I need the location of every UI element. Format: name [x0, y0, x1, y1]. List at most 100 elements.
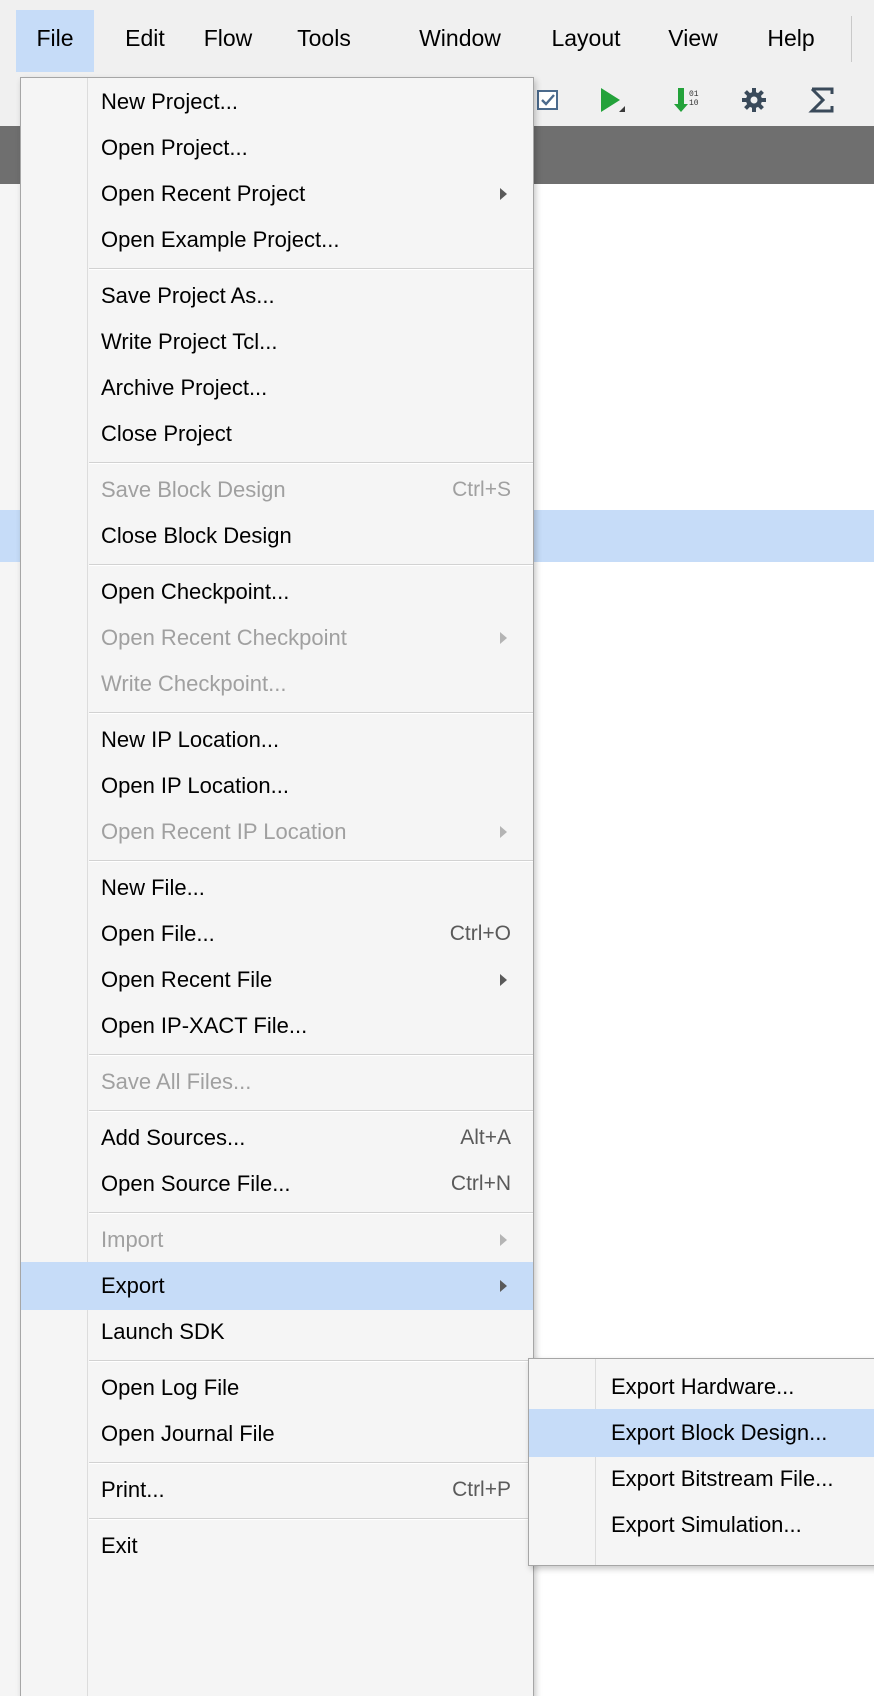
- menu-item-label: Open Recent Project: [101, 181, 306, 206]
- menu-item-label: Close Block Design: [101, 523, 292, 548]
- file-menu-item-open-recent-file[interactable]: Open Recent File: [21, 956, 533, 1004]
- settings-icon[interactable]: [734, 80, 774, 120]
- menu-item-shortcut: Ctrl+S: [452, 478, 511, 501]
- file-menu-item-open-ip-location[interactable]: Open IP Location...: [21, 762, 533, 810]
- menu-item-label: Save Project As...: [101, 283, 275, 308]
- menu-item-label: Write Checkpoint...: [101, 671, 287, 696]
- menu-item-label: Open IP Location...: [101, 773, 289, 798]
- file-menu-item-open-recent-project[interactable]: Open Recent Project: [21, 170, 533, 218]
- menu-item-label: Open Recent File: [101, 967, 273, 992]
- menu-layout[interactable]: Layout: [544, 10, 628, 72]
- menu-view[interactable]: View: [660, 10, 726, 72]
- export-menu-item-export-block-design[interactable]: Export Block Design...: [529, 1409, 874, 1457]
- export-menu-item-export-simulation[interactable]: Export Simulation...: [529, 1501, 874, 1549]
- submenu-arrow-icon: [500, 188, 507, 200]
- menu-item-label: Save All Files...: [101, 1069, 252, 1094]
- menu-item-label: Open Recent Checkpoint: [101, 625, 347, 650]
- menubar: File Edit Flow Tools Window Layout View …: [0, 0, 874, 77]
- menu-item-label: Launch SDK: [101, 1319, 225, 1344]
- menu-item-label: Export Hardware...: [611, 1374, 795, 1399]
- export-menu-item-export-bitstream-file[interactable]: Export Bitstream File...: [529, 1455, 874, 1503]
- menu-item-label: New Project...: [101, 89, 238, 114]
- menu-separator-highlight: [89, 1463, 533, 1464]
- menu-item-label: Open Project...: [101, 135, 248, 160]
- menu-item-label: Export Bitstream File...: [611, 1466, 834, 1491]
- file-menu-item-archive-project[interactable]: Archive Project...: [21, 364, 533, 412]
- svg-text:01: 01: [689, 90, 699, 99]
- menu-separator-highlight: [89, 1213, 533, 1214]
- menu-separator-highlight: [89, 1111, 533, 1112]
- menu-edit[interactable]: Edit: [112, 10, 178, 72]
- menubar-separator: [851, 16, 852, 62]
- file-menu-item-open-project[interactable]: Open Project...: [21, 124, 533, 172]
- file-menu-item-open-example-project[interactable]: Open Example Project...: [21, 216, 533, 264]
- menu-item-label: Open Checkpoint...: [101, 579, 290, 604]
- menu-item-label: Save Block Design: [101, 477, 286, 502]
- file-menu-item-new-project[interactable]: New Project...: [21, 78, 533, 126]
- menu-item-label: Open Journal File: [101, 1421, 275, 1446]
- menu-item-label: Import: [101, 1227, 164, 1252]
- file-menu: New Project... Open Project... Open Recent…: [20, 77, 534, 1696]
- menu-item-label: Export Block Design...: [611, 1420, 828, 1445]
- menu-item-shortcut: Alt+A: [460, 1126, 511, 1149]
- submenu-arrow-icon: [500, 974, 507, 986]
- file-menu-item-new-file[interactable]: New File...: [21, 864, 533, 912]
- export-submenu: Export Hardware... Export Block Design...…: [528, 1358, 874, 1566]
- menu-separator-highlight: [89, 1519, 533, 1520]
- bitstream-icon[interactable]: 01 10: [666, 80, 706, 120]
- menu-separator-highlight: [89, 1361, 533, 1362]
- file-menu-item-open-source-file[interactable]: Open Source File... Ctrl+N: [21, 1160, 533, 1208]
- menu-separator-highlight: [89, 565, 533, 566]
- menu-help[interactable]: Help: [752, 10, 830, 72]
- file-menu-item-open-log-file[interactable]: Open Log File: [21, 1364, 533, 1412]
- file-menu-item-close-project[interactable]: Close Project: [21, 410, 533, 458]
- file-menu-item-open-recent-ip-location: Open Recent IP Location: [21, 808, 533, 856]
- menu-item-label: Open IP-XACT File...: [101, 1013, 308, 1038]
- menu-item-label: Exit: [101, 1533, 138, 1558]
- export-menu-item-export-hardware[interactable]: Export Hardware...: [529, 1363, 874, 1411]
- menu-separator-highlight: [89, 463, 533, 464]
- menu-item-label: Open File...: [101, 921, 215, 946]
- menu-item-label: Print...: [101, 1477, 165, 1502]
- menu-item-label: Open Recent IP Location: [101, 819, 347, 844]
- file-menu-item-write-checkpoint: Write Checkpoint...: [21, 660, 533, 708]
- file-menu-item-save-project-as[interactable]: Save Project As...: [21, 272, 533, 320]
- run-icon[interactable]: [590, 80, 630, 120]
- menu-tools[interactable]: Tools: [282, 10, 366, 72]
- menu-separator-highlight: [89, 269, 533, 270]
- menu-item-label: Write Project Tcl...: [101, 329, 278, 354]
- file-menu-item-open-file[interactable]: Open File... Ctrl+O: [21, 910, 533, 958]
- file-menu-item-open-checkpoint[interactable]: Open Checkpoint...: [21, 568, 533, 616]
- checkbox-icon[interactable]: [528, 80, 568, 120]
- menu-item-label: Archive Project...: [101, 375, 268, 400]
- menu-item-label: Add Sources...: [101, 1125, 246, 1150]
- menu-file[interactable]: File: [16, 10, 94, 72]
- file-menu-item-exit[interactable]: Exit: [21, 1522, 533, 1570]
- menu-item-label: Close Project: [101, 421, 232, 446]
- file-menu-item-import: Import: [21, 1216, 533, 1264]
- menu-item-shortcut: Ctrl+P: [452, 1478, 511, 1501]
- menu-separator-highlight: [89, 861, 533, 862]
- sigma-icon[interactable]: [802, 80, 842, 120]
- file-menu-item-print[interactable]: Print... Ctrl+P: [21, 1466, 533, 1514]
- left-panel-strip: [0, 184, 22, 1696]
- menu-flow[interactable]: Flow: [196, 10, 260, 72]
- file-menu-item-open-recent-checkpoint: Open Recent Checkpoint: [21, 614, 533, 662]
- file-menu-item-close-block-design[interactable]: Close Block Design: [21, 512, 533, 560]
- file-menu-item-open-journal-file[interactable]: Open Journal File: [21, 1410, 533, 1458]
- file-menu-item-save-block-design: Save Block Design Ctrl+S: [21, 466, 533, 514]
- file-menu-item-add-sources[interactable]: Add Sources... Alt+A: [21, 1114, 533, 1162]
- menu-item-label: New File...: [101, 875, 205, 900]
- menu-window[interactable]: Window: [410, 10, 510, 72]
- file-menu-item-export[interactable]: Export: [21, 1262, 533, 1310]
- file-menu-item-write-project-tcl[interactable]: Write Project Tcl...: [21, 318, 533, 366]
- submenu-arrow-icon: [500, 1280, 507, 1292]
- menu-item-label: New IP Location...: [101, 727, 280, 752]
- menu-item-label: Export Simulation...: [611, 1512, 802, 1537]
- file-menu-item-launch-sdk[interactable]: Launch SDK: [21, 1308, 533, 1356]
- submenu-arrow-icon: [500, 826, 507, 838]
- menu-item-label: Export: [101, 1273, 165, 1298]
- file-menu-item-new-ip-location[interactable]: New IP Location...: [21, 716, 533, 764]
- file-menu-item-open-ip-xact-file[interactable]: Open IP-XACT File...: [21, 1002, 533, 1050]
- menu-separator-highlight: [89, 713, 533, 714]
